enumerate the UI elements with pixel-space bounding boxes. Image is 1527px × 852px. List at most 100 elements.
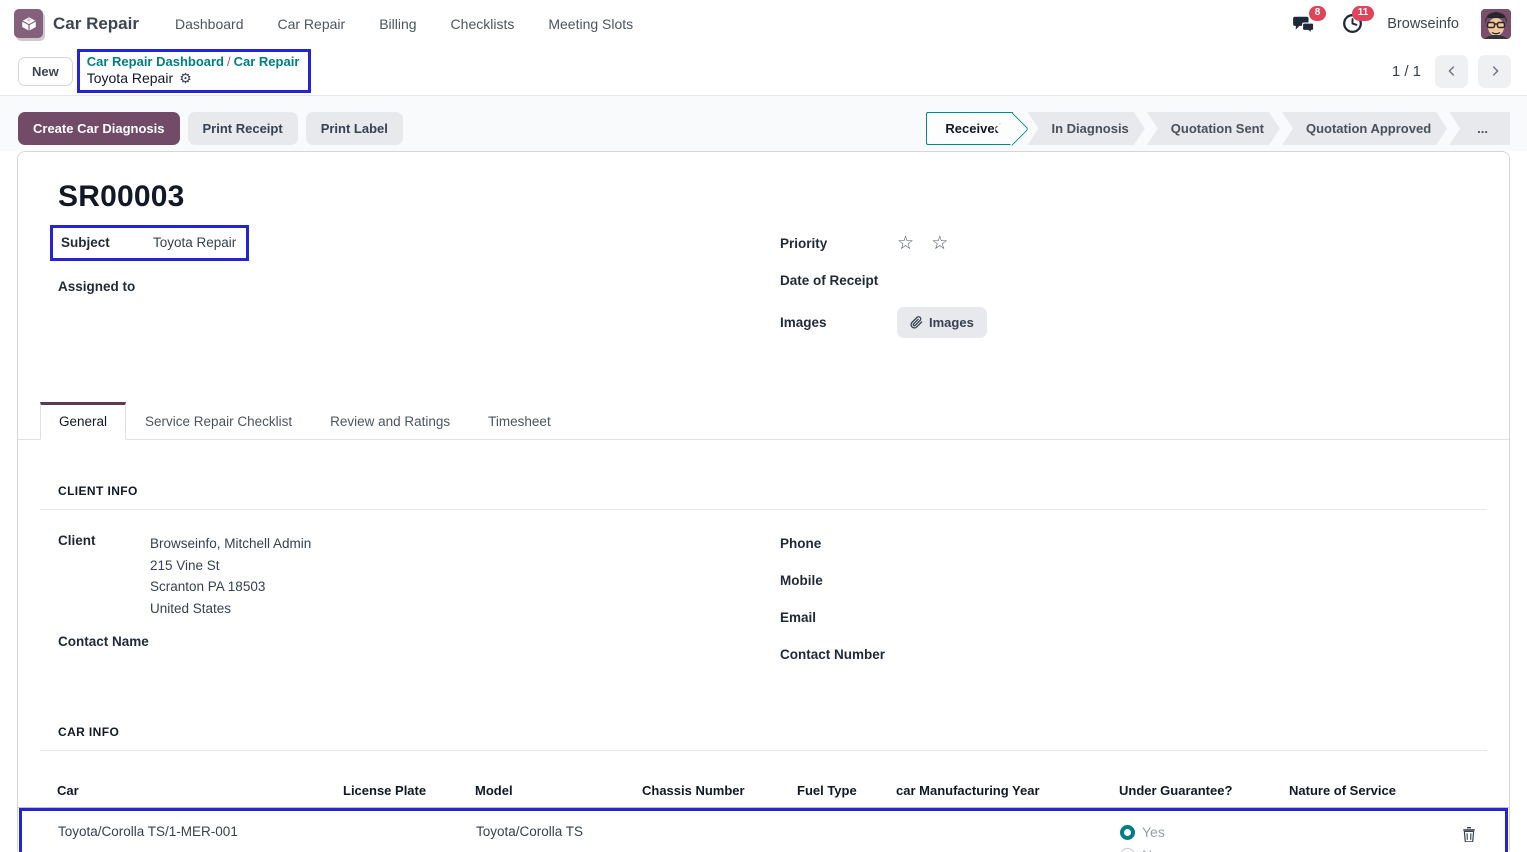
email-row: Email <box>780 607 1487 627</box>
status-bar: Received In Diagnosis Quotation Sent Quo… <box>926 112 1510 145</box>
pager-previous-button[interactable] <box>1435 55 1468 88</box>
pager-count: 1 / 1 <box>1392 63 1421 80</box>
stage-received[interactable]: Received <box>926 112 1012 145</box>
user-name[interactable]: Browseinfo <box>1387 16 1459 32</box>
assigned-to-label: Assigned to <box>58 279 135 294</box>
car-info-section: CAR INFO Car License Plate Model Chassis… <box>40 725 1487 852</box>
phone-row: Phone <box>780 533 1487 553</box>
user-avatar[interactable] <box>1481 9 1511 39</box>
col-actions <box>1439 775 1479 807</box>
breadcrumb-current: Toyota Repair ⚙ <box>87 70 300 87</box>
images-row: Images Images <box>780 307 1487 338</box>
new-button[interactable]: New <box>18 57 73 86</box>
guarantee-no-label: No <box>1142 847 1160 852</box>
breadcrumb-link-car-repair[interactable]: Car Repair <box>234 54 300 69</box>
pager-next-button[interactable] <box>1478 55 1511 88</box>
app-title[interactable]: Car Repair <box>53 14 139 34</box>
menu-checklists[interactable]: Checklists <box>451 16 515 32</box>
breadcrumb-link-dashboard[interactable]: Car Repair Dashboard <box>87 54 224 69</box>
client-field[interactable]: Browseinfo, Mitchell Admin 215 Vine St S… <box>150 533 311 619</box>
guarantee-yes-option[interactable]: Yes <box>1120 824 1290 840</box>
breadcrumb-current-label: Toyota Repair <box>87 70 173 87</box>
client-info-section: CLIENT INFO Client Browseinfo, Mitchell … <box>40 484 1487 681</box>
cell-model[interactable]: Toyota/Corolla TS <box>476 820 643 839</box>
car-lines-table: Car License Plate Model Chassis Number F… <box>18 775 1509 852</box>
mobile-row: Mobile <box>780 570 1487 590</box>
stage-quotation-sent[interactable]: Quotation Sent <box>1147 112 1280 145</box>
guarantee-no-option[interactable]: No <box>1120 847 1290 852</box>
contact-name-row: Contact Name <box>58 634 780 649</box>
images-button-label: Images <box>929 315 974 330</box>
client-info-right: Phone Mobile Email Contact Number <box>780 533 1487 681</box>
top-fields: Subject Toyota Repair Assigned to Priori… <box>40 225 1487 355</box>
stage-more[interactable]: ... <box>1449 112 1510 145</box>
cell-manufacturing-year[interactable] <box>897 820 1120 824</box>
navbar-right: 8 11 Browseinfo <box>1291 9 1511 39</box>
col-license-plate[interactable]: License Plate <box>343 775 475 807</box>
print-receipt-button[interactable]: Print Receipt <box>188 112 298 145</box>
create-car-diagnosis-button[interactable]: Create Car Diagnosis <box>18 112 180 145</box>
client-label: Client <box>58 533 150 619</box>
form-sheet: SR00003 Subject Toyota Repair Assigned t… <box>17 151 1510 851</box>
priority-label: Priority <box>780 236 897 251</box>
menu-car-repair[interactable]: Car Repair <box>277 16 345 32</box>
col-car[interactable]: Car <box>57 775 343 807</box>
cell-nature-of-service[interactable] <box>1290 820 1440 824</box>
car-info-title: CAR INFO <box>58 725 1487 739</box>
car-info-divider <box>40 750 1487 751</box>
menu-billing[interactable]: Billing <box>379 16 416 32</box>
stage-quotation-approved[interactable]: Quotation Approved <box>1282 112 1447 145</box>
radio-unselected-icon[interactable] <box>1120 848 1135 852</box>
record-reference: SR00003 <box>58 180 1487 214</box>
app-logo-icon[interactable] <box>14 9 43 38</box>
client-info-left: Client Browseinfo, Mitchell Admin 215 Vi… <box>40 533 780 681</box>
activities-button[interactable]: 11 <box>1339 11 1365 37</box>
contact-number-label: Contact Number <box>780 647 897 662</box>
table-row[interactable]: Toyota/Corolla TS/1-MER-001 Toyota/Corol… <box>22 811 1505 852</box>
phone-label: Phone <box>780 536 897 551</box>
client-name[interactable]: Browseinfo, Mitchell Admin <box>150 533 311 555</box>
top-navbar: Car Repair Dashboard Car Repair Billing … <box>0 0 1527 47</box>
images-attach-button[interactable]: Images <box>897 307 987 338</box>
guarantee-yes-label: Yes <box>1142 824 1165 840</box>
record-action-buttons: Create Car Diagnosis Print Receipt Print… <box>18 112 403 145</box>
tab-review-and-ratings[interactable]: Review and Ratings <box>311 402 469 440</box>
contact-number-row: Contact Number <box>780 644 1487 664</box>
chevron-right-icon <box>1488 64 1502 78</box>
cell-chassis-number[interactable] <box>643 820 798 824</box>
subject-label: Subject <box>61 235 153 250</box>
col-model[interactable]: Model <box>475 775 642 807</box>
breadcrumb: Car Repair Dashboard/Car Repair <box>87 54 300 70</box>
mobile-label: Mobile <box>780 573 897 588</box>
tab-timesheet[interactable]: Timesheet <box>469 402 570 440</box>
cell-car[interactable]: Toyota/Corolla TS/1-MER-001 <box>58 820 344 839</box>
radio-selected-icon[interactable] <box>1120 825 1135 840</box>
avatar-image <box>1481 9 1511 39</box>
stage-in-diagnosis[interactable]: In Diagnosis <box>1028 112 1145 145</box>
record-pager: 1 / 1 <box>1392 55 1511 88</box>
col-fuel-type[interactable]: Fuel Type <box>797 775 896 807</box>
cell-license-plate[interactable] <box>344 820 476 824</box>
priority-stars[interactable]: ☆ ☆ <box>897 234 954 253</box>
print-label-button[interactable]: Print Label <box>306 112 403 145</box>
settings-gear-icon[interactable]: ⚙ <box>179 70 192 87</box>
email-label: Email <box>780 610 897 625</box>
delete-row-button[interactable] <box>1460 824 1478 847</box>
subject-field[interactable]: Toyota Repair <box>153 235 236 250</box>
images-label: Images <box>780 315 897 330</box>
client-address-line2: Scranton PA 18503 <box>150 576 311 598</box>
col-chassis-number[interactable]: Chassis Number <box>642 775 797 807</box>
priority-row: Priority ☆ ☆ <box>780 233 1487 253</box>
menu-meeting-slots[interactable]: Meeting Slots <box>548 16 633 32</box>
cell-actions <box>1440 820 1478 847</box>
tab-service-repair-checklist[interactable]: Service Repair Checklist <box>126 402 311 440</box>
menu-dashboard[interactable]: Dashboard <box>175 16 244 32</box>
car-table-header: Car License Plate Model Chassis Number F… <box>18 775 1509 808</box>
cell-fuel-type[interactable] <box>798 820 897 824</box>
tab-general[interactable]: General <box>40 402 126 440</box>
messages-button[interactable]: 8 <box>1291 11 1317 37</box>
client-row: Client Browseinfo, Mitchell Admin 215 Vi… <box>58 533 780 619</box>
col-manufacturing-year[interactable]: car Manufacturing Year <box>896 775 1119 807</box>
col-nature-of-service[interactable]: Nature of Service <box>1289 775 1439 807</box>
col-under-guarantee[interactable]: Under Guarantee? <box>1119 775 1289 807</box>
